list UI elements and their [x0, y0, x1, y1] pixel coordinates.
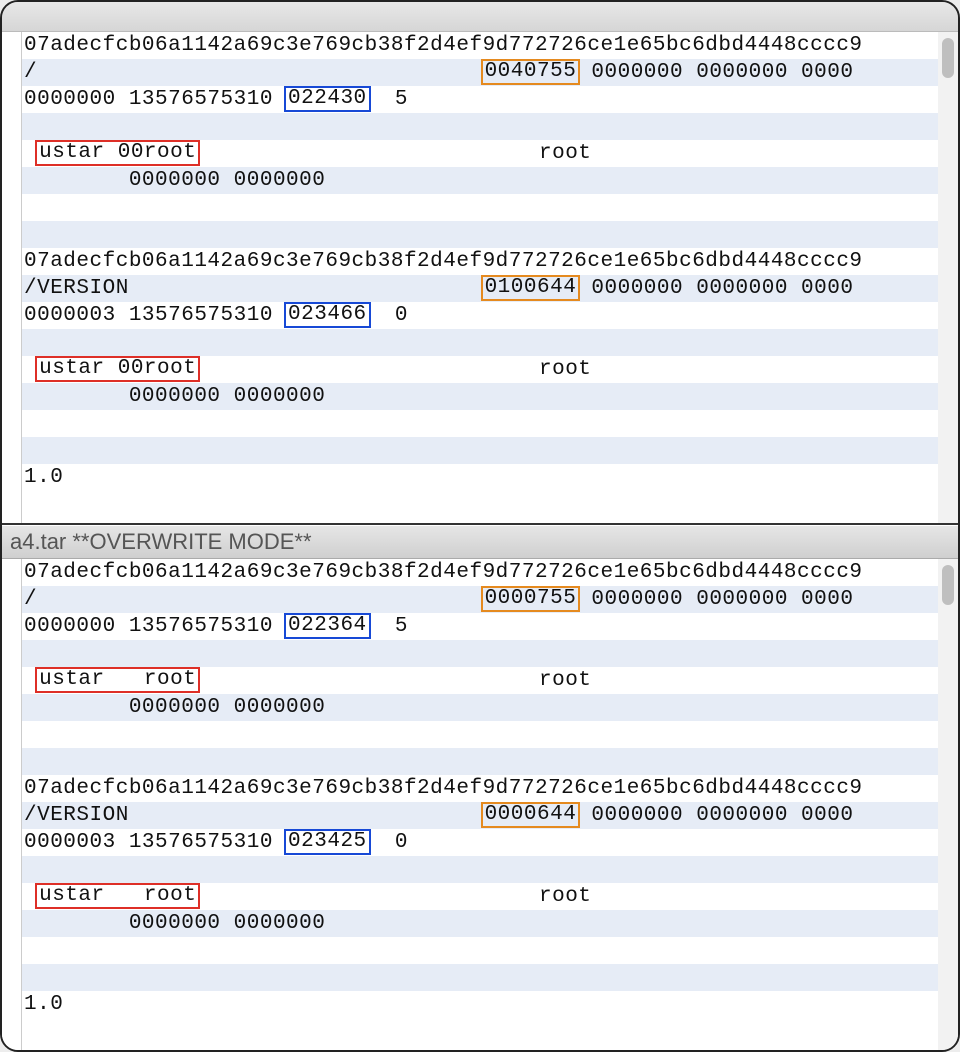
hex-row: 1.0 [22, 991, 938, 1018]
hex-row: 07adecfcb06a1142a69c3e769cb38f2d4ef9d772… [22, 775, 938, 802]
hex-row: 0000000 0000000 [22, 910, 938, 937]
hex-row [22, 410, 938, 437]
highlight-red: ustar root [35, 667, 200, 693]
hex-row: 0000000 13576575310 022430 5 [22, 86, 938, 113]
hex-row [22, 640, 938, 667]
bottom-titlebar: a4.tar **OVERWRITE MODE** [2, 525, 958, 559]
highlight-blue: 023466 [284, 302, 371, 328]
top-toolbar [2, 2, 958, 32]
hex-row [22, 748, 938, 775]
hex-row: 0000000 0000000 [22, 383, 938, 410]
highlight-red: ustar 00root [35, 140, 200, 166]
scrollbar-bottom[interactable] [938, 559, 958, 1050]
hex-row [22, 937, 938, 964]
hex-row: /VERSION 0100644 0000000 0000000 0000 [22, 275, 938, 302]
top-pane: 07adecfcb06a1142a69c3e769cb38f2d4ef9d772… [2, 32, 958, 525]
scroll-thumb-bottom[interactable] [942, 565, 954, 605]
highlight-orange: 0040755 [481, 59, 581, 85]
hex-row: 0000000 0000000 [22, 167, 938, 194]
hex-row [22, 856, 938, 883]
hex-row [22, 113, 938, 140]
hex-row [22, 194, 938, 221]
gutter-top [2, 32, 22, 523]
hex-row: 0000003 13576575310 023466 0 [22, 302, 938, 329]
hex-row: ustar root root [22, 667, 938, 694]
scrollbar-top[interactable] [938, 32, 958, 523]
hex-row [22, 721, 938, 748]
hex-row: ustar 00root root [22, 140, 938, 167]
highlight-blue: 022364 [284, 613, 371, 639]
hex-row: 07adecfcb06a1142a69c3e769cb38f2d4ef9d772… [22, 32, 938, 59]
highlight-orange: 0000644 [481, 802, 581, 828]
scroll-thumb-top[interactable] [942, 38, 954, 78]
hex-row [22, 964, 938, 991]
highlight-blue: 023425 [284, 829, 371, 855]
hex-row [22, 329, 938, 356]
highlight-orange: 0000755 [481, 586, 581, 612]
hex-row: 07adecfcb06a1142a69c3e769cb38f2d4ef9d772… [22, 559, 938, 586]
highlight-blue: 022430 [284, 86, 371, 112]
bottom-title-text: a4.tar **OVERWRITE MODE** [10, 529, 312, 555]
hex-row: 0000000 0000000 [22, 694, 938, 721]
highlight-red: ustar 00root [35, 356, 200, 382]
gutter-bottom [2, 559, 22, 1050]
hex-row: / 0000755 0000000 0000000 0000 [22, 586, 938, 613]
hex-row: /VERSION 0000644 0000000 0000000 0000 [22, 802, 938, 829]
hex-row: / 0040755 0000000 0000000 0000 [22, 59, 938, 86]
hex-row: 1.0 [22, 464, 938, 491]
hex-content-bottom[interactable]: 07adecfcb06a1142a69c3e769cb38f2d4ef9d772… [22, 559, 938, 1050]
hex-row [22, 437, 938, 464]
hex-row: ustar 00root root [22, 356, 938, 383]
hex-row: ustar root root [22, 883, 938, 910]
window: 07adecfcb06a1142a69c3e769cb38f2d4ef9d772… [0, 0, 960, 1052]
hex-row [22, 221, 938, 248]
highlight-orange: 0100644 [481, 275, 581, 301]
hex-row: 0000000 13576575310 022364 5 [22, 613, 938, 640]
bottom-pane: 07adecfcb06a1142a69c3e769cb38f2d4ef9d772… [2, 559, 958, 1050]
hex-content-top[interactable]: 07adecfcb06a1142a69c3e769cb38f2d4ef9d772… [22, 32, 938, 523]
hex-row: 07adecfcb06a1142a69c3e769cb38f2d4ef9d772… [22, 248, 938, 275]
highlight-red: ustar root [35, 883, 200, 909]
hex-row: 0000003 13576575310 023425 0 [22, 829, 938, 856]
